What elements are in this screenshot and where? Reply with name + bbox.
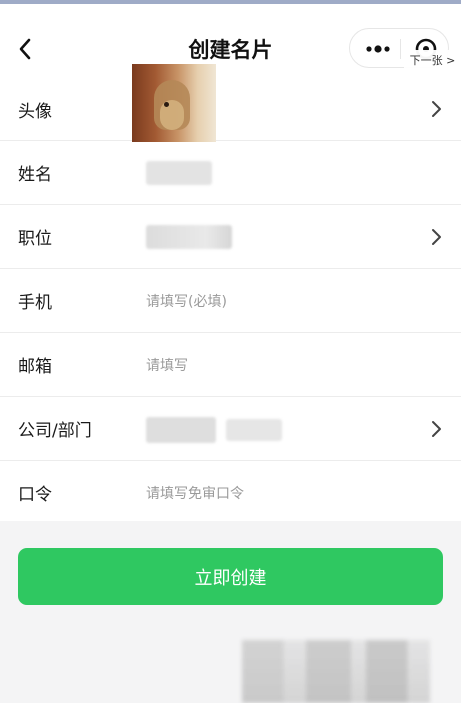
avatar-image[interactable] <box>132 64 216 142</box>
passcode-input[interactable]: 请填写免审口令 <box>146 461 244 524</box>
card-form: 头像 姓名 职位 手机 请填写(必填) 邮箱 请填写 公司/部门 口令 请填写免… <box>0 64 461 525</box>
position-value-redacted[interactable] <box>146 225 232 249</box>
navbar: 创建名片 <box>0 4 461 86</box>
company-value-redacted[interactable] <box>146 417 216 443</box>
avatar-label: 头像 <box>18 101 52 122</box>
next-card-link[interactable]: 下一张 > <box>404 50 461 70</box>
watermark-redacted <box>242 640 430 703</box>
form-row-name[interactable]: 姓名 <box>0 141 461 205</box>
chevron-right-icon <box>432 101 441 117</box>
form-row-company[interactable]: 公司/部门 <box>0 397 461 461</box>
email-input[interactable]: 请填写 <box>146 333 188 396</box>
position-label: 职位 <box>18 229 52 249</box>
name-value-redacted[interactable] <box>146 161 212 185</box>
company-label: 公司/部门 <box>18 421 92 441</box>
chevron-right-icon <box>432 228 441 245</box>
create-now-button[interactable]: 立即创建 <box>18 548 443 605</box>
more-dots-icon[interactable] <box>362 37 394 61</box>
form-row-phone[interactable]: 手机 请填写(必填) <box>0 269 461 333</box>
form-row-email[interactable]: 邮箱 请填写 <box>0 333 461 397</box>
name-label: 姓名 <box>18 165 52 185</box>
chevron-right-icon <box>432 420 441 437</box>
capsule-divider <box>400 39 401 59</box>
email-label: 邮箱 <box>18 357 52 377</box>
form-row-avatar[interactable]: 头像 <box>0 64 461 142</box>
department-value-redacted[interactable] <box>226 419 282 441</box>
form-row-passcode[interactable]: 口令 请填写免审口令 <box>0 461 461 525</box>
passcode-label: 口令 <box>18 485 52 505</box>
phone-label: 手机 <box>18 293 52 313</box>
phone-input[interactable]: 请填写(必填) <box>146 269 227 332</box>
form-row-position[interactable]: 职位 <box>0 205 461 269</box>
